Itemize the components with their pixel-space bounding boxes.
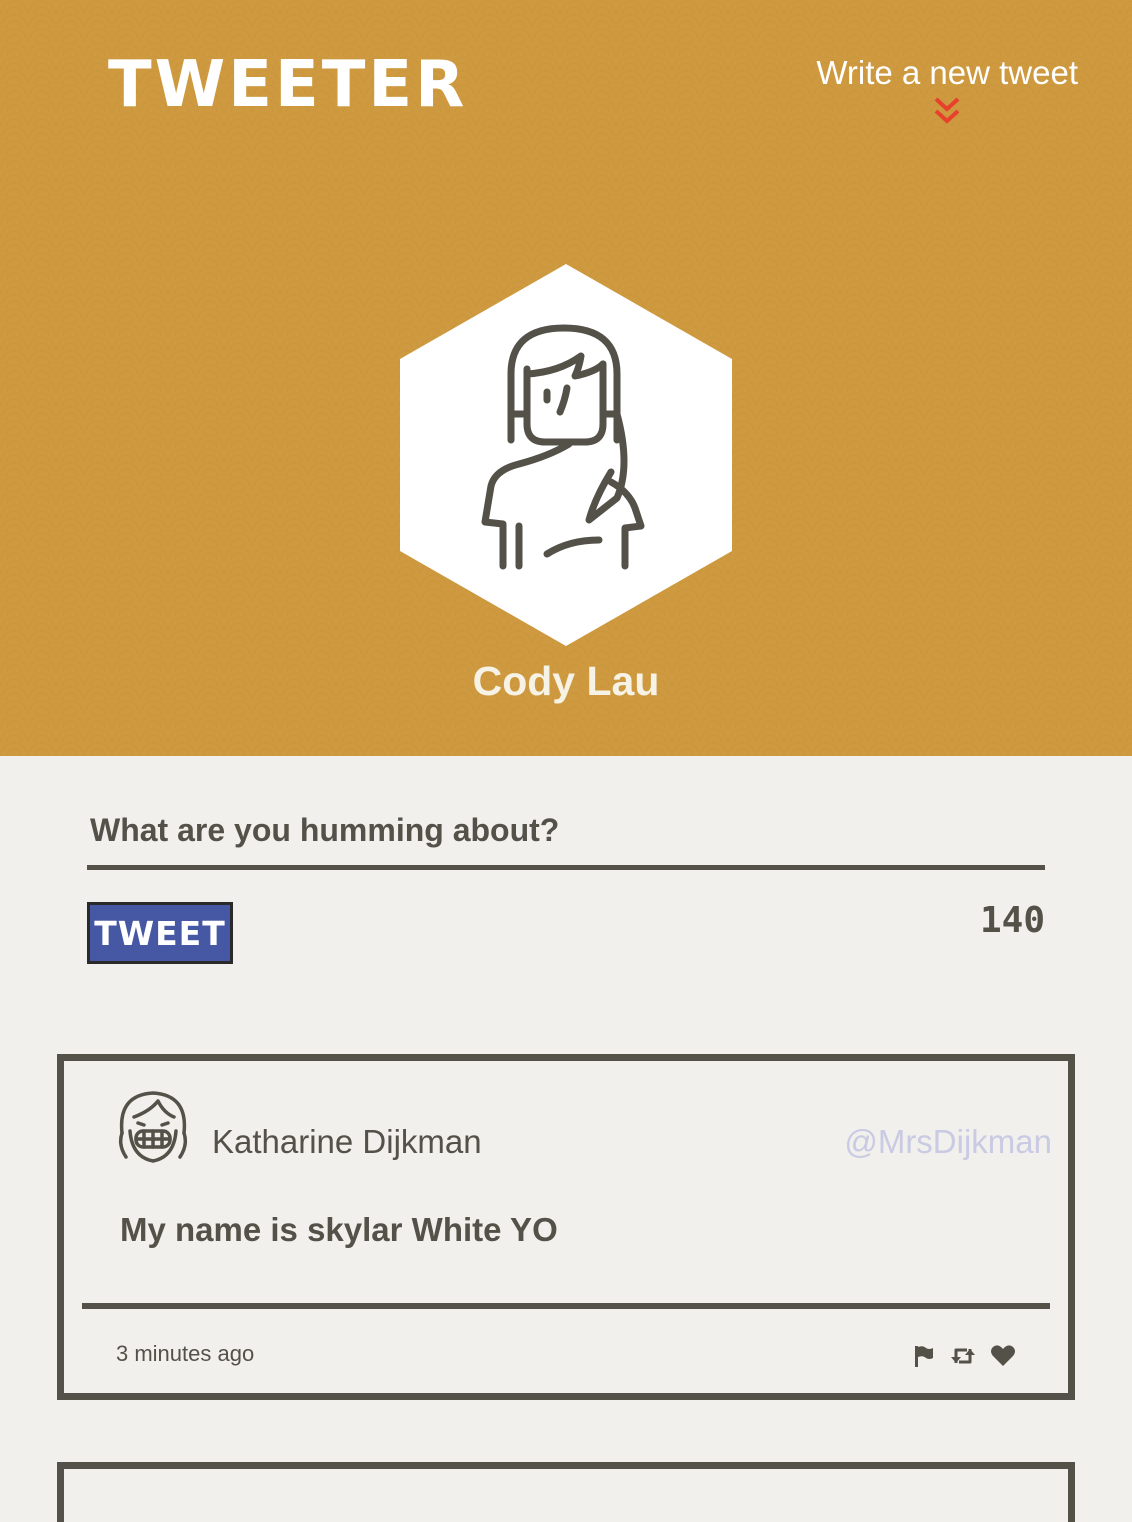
- tweet-timestamp: 3 minutes ago: [116, 1341, 255, 1366]
- app-logo[interactable]: TWEETER: [108, 50, 467, 120]
- tweet-submit-button[interactable]: TWEET: [87, 902, 233, 964]
- character-counter: 140: [979, 900, 1045, 941]
- profile-header: TWEETER Write a new tweet Cody Lau: [0, 0, 1132, 756]
- tweet-author-name: Katharine Dijkman: [212, 1123, 482, 1160]
- retweet-icon[interactable]: [950, 1345, 976, 1367]
- write-new-tweet-link[interactable]: Write a new tweet: [816, 54, 1078, 126]
- compose-tweet-form: TWEET 140: [87, 796, 1045, 964]
- tweet-author-avatar: [112, 1087, 194, 1169]
- profile-avatar: [399, 264, 733, 646]
- hexagon-avatar-icon: [400, 264, 732, 646]
- write-new-tweet-label[interactable]: Write a new tweet: [816, 54, 1078, 91]
- profile-user-name: Cody Lau: [472, 658, 660, 704]
- tweet-divider: [82, 1303, 1050, 1309]
- tweet-body-text: My name is skylar White YO: [120, 1211, 558, 1248]
- tweet-author-handle: @MrsDijkman: [844, 1123, 1052, 1160]
- tweet-card: Katharine Dijkman @MrsDijkman My name is…: [57, 1054, 1075, 1400]
- tweet-actions: [912, 1341, 1016, 1371]
- smiling-face-icon: [118, 1091, 188, 1163]
- double-chevron-down-icon[interactable]: [933, 96, 961, 126]
- heart-icon[interactable]: [990, 1344, 1016, 1368]
- tweet-card: [57, 1462, 1075, 1522]
- tweet-text-input[interactable]: [87, 796, 1045, 870]
- flag-icon[interactable]: [912, 1344, 936, 1368]
